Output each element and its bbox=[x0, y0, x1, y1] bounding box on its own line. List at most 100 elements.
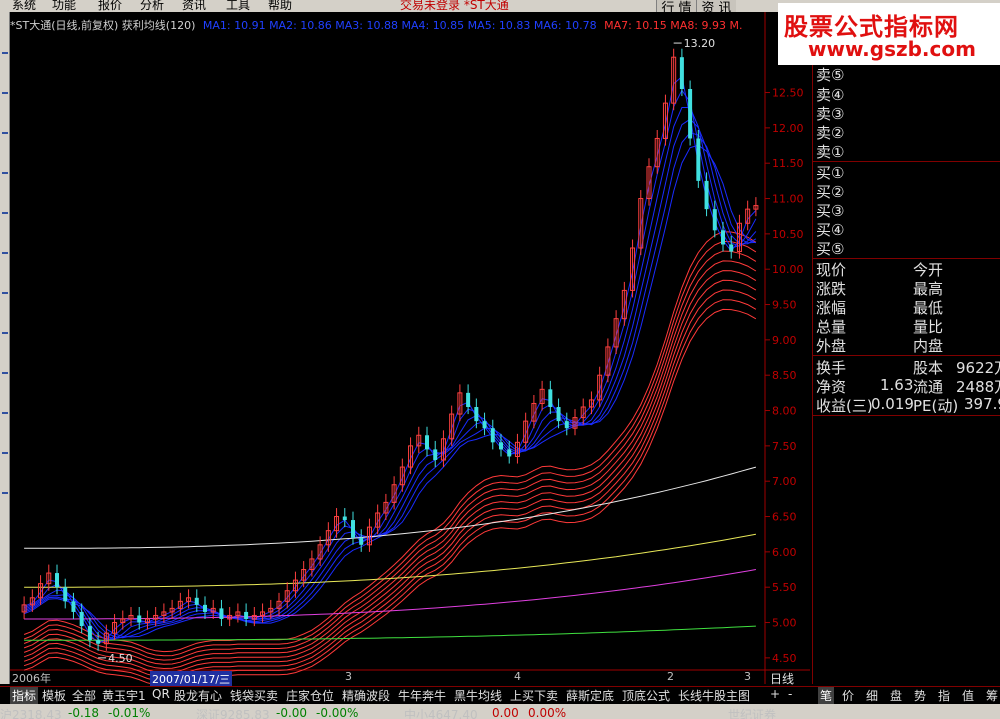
index-sz-pct: -0.00% bbox=[316, 706, 359, 719]
tab-all[interactable]: 全部 bbox=[72, 687, 96, 704]
menu-help[interactable]: 帮助 bbox=[268, 0, 292, 12]
candle-body bbox=[704, 180, 709, 210]
candle-body bbox=[71, 601, 76, 612]
candle-body bbox=[696, 138, 701, 181]
toolbar-tick[interactable] bbox=[2, 292, 8, 294]
toolbar-tick[interactable] bbox=[2, 52, 8, 54]
tab-formula[interactable]: 钱袋买卖 bbox=[230, 687, 278, 704]
menu-analysis[interactable]: 分析 bbox=[140, 0, 164, 12]
fin-label: 流通 bbox=[913, 378, 944, 396]
tab-formula[interactable]: 牛年奔牛 bbox=[398, 687, 446, 704]
y-tick-label: 4.50 bbox=[772, 652, 797, 665]
toolbar-tick[interactable] bbox=[2, 172, 8, 174]
candle-body bbox=[548, 389, 553, 407]
ma-red-line bbox=[23, 279, 757, 674]
ma-red-line bbox=[23, 260, 757, 665]
ma-white-line bbox=[24, 466, 757, 549]
zoom-in-button[interactable]: + bbox=[770, 687, 780, 701]
fin-label: 股本 bbox=[913, 359, 944, 377]
index-sme-pct: 0.00% bbox=[528, 706, 567, 719]
candle-body bbox=[55, 573, 59, 588]
ma-blue-line bbox=[23, 132, 756, 639]
tab-chips[interactable]: 筹 bbox=[986, 687, 998, 704]
quote-label: 现价 bbox=[816, 261, 847, 279]
toolbar-tick[interactable] bbox=[2, 132, 8, 134]
candle-body bbox=[194, 597, 199, 605]
tab-value[interactable]: 值 bbox=[962, 687, 974, 704]
fin-label: PE(动) bbox=[913, 397, 959, 415]
tab-template[interactable]: 模板 bbox=[42, 687, 66, 704]
tab-formula[interactable]: 股龙有心 bbox=[174, 687, 222, 704]
quote-label: 最高 bbox=[913, 280, 944, 298]
menu-quote[interactable]: 报价 bbox=[98, 0, 122, 12]
toolbar-tick[interactable] bbox=[2, 492, 8, 494]
y-tick-label: 7.00 bbox=[772, 475, 797, 488]
fin-value: 397.9 bbox=[964, 395, 1000, 413]
y-tick-label: 6.00 bbox=[772, 546, 797, 559]
tab-price[interactable]: 价 bbox=[842, 687, 854, 704]
candle-body bbox=[342, 516, 347, 521]
menu-info[interactable]: 资讯 bbox=[182, 0, 206, 12]
tab-ticks[interactable]: 笔 bbox=[818, 687, 835, 704]
y-tick-label: 8.00 bbox=[772, 405, 797, 418]
y-tick-label: 10.50 bbox=[772, 228, 804, 241]
candle-body bbox=[507, 449, 512, 457]
buy-4: 买④ bbox=[816, 221, 845, 239]
tab-formula[interactable]: 上买下卖 bbox=[510, 687, 558, 704]
ma-red-line bbox=[23, 250, 757, 661]
quote-label: 最低 bbox=[913, 299, 944, 317]
tab-index[interactable]: 指 bbox=[938, 687, 950, 704]
menu-tools[interactable]: 工具 bbox=[226, 0, 250, 12]
toolbar-tick[interactable] bbox=[2, 212, 8, 214]
news-button[interactable]: 资 讯 bbox=[696, 0, 736, 12]
candle-body bbox=[564, 421, 569, 429]
index-sh-change: -0.18 bbox=[68, 706, 100, 719]
menu-function[interactable]: 功能 bbox=[52, 0, 76, 12]
toolbar-tick[interactable] bbox=[2, 92, 8, 94]
status-bar: 沪2318.43 -0.18 -0.01% 深证9285.83 -0.00 -0… bbox=[0, 704, 1000, 719]
logo-url: www.gszb.com bbox=[808, 37, 976, 61]
y-tick-label: 6.50 bbox=[772, 511, 797, 524]
tab-formula[interactable]: 黄玉宇1 bbox=[102, 687, 146, 704]
tab-detail[interactable]: 细 bbox=[866, 687, 878, 704]
index-sh: 沪2318.43 bbox=[0, 708, 62, 719]
menu-system[interactable]: 系统 bbox=[12, 0, 36, 12]
index-sz-change: -0.00 bbox=[276, 706, 308, 719]
quote-label: 总量 bbox=[816, 318, 847, 336]
candle-body bbox=[63, 587, 68, 602]
quote-button[interactable]: 行 情 bbox=[656, 0, 696, 12]
candle-body bbox=[359, 537, 364, 545]
quote-label: 涨幅 bbox=[816, 299, 847, 317]
buy-2: 买② bbox=[816, 183, 845, 201]
y-tick-label: 8.50 bbox=[772, 369, 797, 382]
candle-body bbox=[203, 604, 207, 612]
y-tick-label: 11.00 bbox=[772, 193, 804, 206]
ma-red-line bbox=[23, 299, 757, 682]
quote-label: 今开 bbox=[913, 261, 944, 279]
tab-formula[interactable]: 黑牛均线 bbox=[454, 687, 502, 704]
left-toolbar[interactable] bbox=[0, 12, 10, 684]
toolbar-tick[interactable] bbox=[2, 252, 8, 254]
tab-formula[interactable]: 精确波段 bbox=[342, 687, 390, 704]
fin-value: 0.019 bbox=[871, 395, 914, 413]
toolbar-tick[interactable] bbox=[2, 412, 8, 414]
tab-formula[interactable]: QR bbox=[152, 687, 170, 701]
toolbar-tick[interactable] bbox=[2, 372, 8, 374]
tab-formula[interactable]: 庄家仓位 bbox=[286, 687, 334, 704]
candle-body bbox=[466, 392, 471, 407]
tab-board[interactable]: 盘 bbox=[890, 687, 902, 704]
ma-green-line bbox=[24, 625, 756, 641]
candlestick-chart[interactable]: 12.50 12.00 11.50 11.00 10.50 10.00 9.50 9.00 8.… bbox=[10, 12, 810, 684]
sell-4: 卖④ bbox=[816, 86, 845, 104]
toolbar-tick[interactable] bbox=[2, 452, 8, 454]
toolbar-tick[interactable] bbox=[2, 332, 8, 334]
tab-formula[interactable]: 顶底公式 bbox=[622, 687, 670, 704]
sell-5: 卖⑤ bbox=[816, 66, 845, 84]
tab-indicator[interactable]: 指标 bbox=[10, 687, 39, 704]
zoom-out-button[interactable]: - bbox=[788, 687, 792, 701]
tab-trend[interactable]: 势 bbox=[914, 687, 926, 704]
tab-formula[interactable]: 薛斯定底 bbox=[566, 687, 614, 704]
x-label: 2006年 bbox=[12, 672, 51, 685]
period-day-button[interactable]: 日线 bbox=[770, 670, 794, 687]
tab-formula[interactable]: 长线牛股主图 bbox=[678, 687, 750, 704]
